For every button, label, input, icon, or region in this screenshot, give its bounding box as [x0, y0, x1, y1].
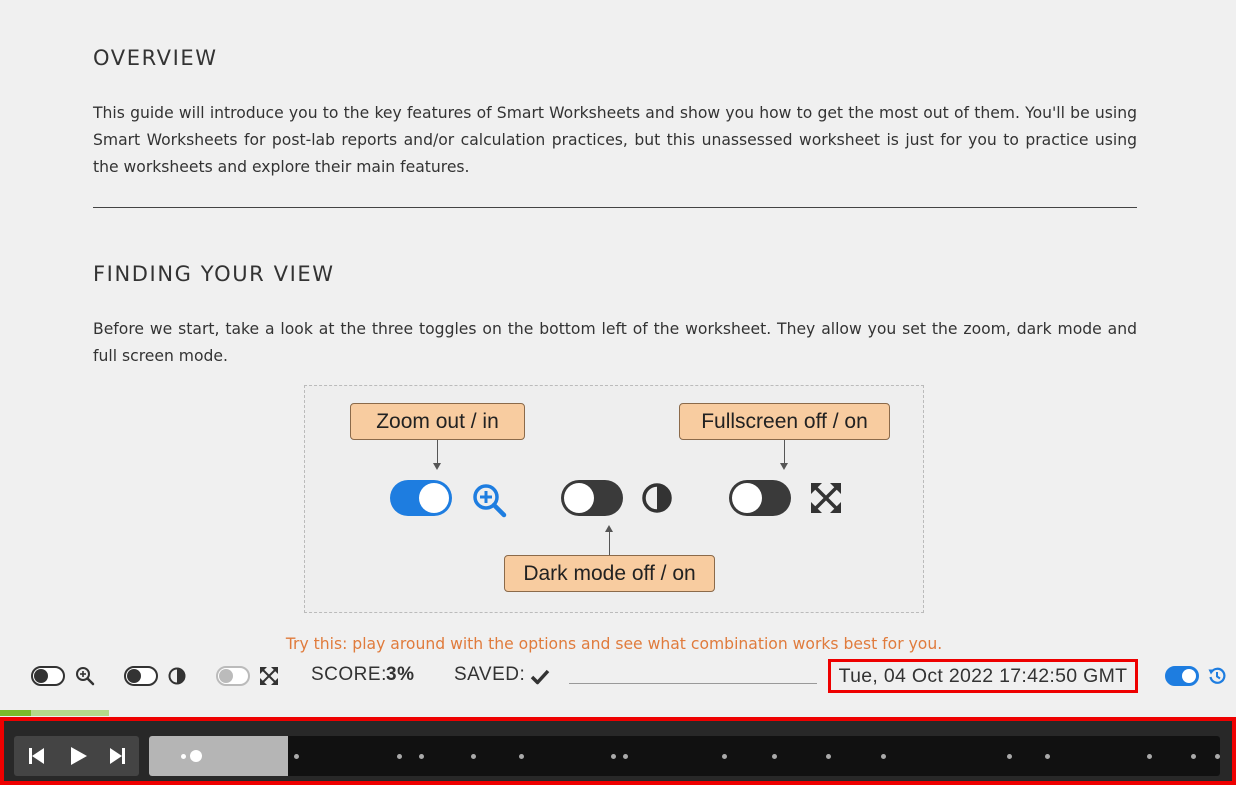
contrast-icon[interactable] — [167, 666, 187, 686]
timeline-marker[interactable] — [1147, 754, 1152, 759]
timeline-marker[interactable] — [1191, 754, 1196, 759]
checkmark-icon — [530, 669, 550, 685]
callout-zoom: Zoom out / in — [350, 403, 525, 440]
toggles-figure: Zoom out / in Fullscreen off / on Dark m… — [304, 385, 924, 613]
tip-text: Try this: play around with the options a… — [285, 635, 943, 653]
timeline-marker[interactable] — [181, 754, 186, 759]
timeline-marker[interactable] — [294, 754, 299, 759]
score-value: 3% — [386, 664, 415, 685]
contrast-icon — [642, 483, 672, 513]
arrow-head-zoom — [433, 463, 441, 470]
expand-icon — [811, 483, 841, 513]
arrow-head-fullscreen — [780, 463, 788, 470]
finding-view-heading: FINDING YOUR VIEW — [93, 262, 335, 286]
timeline-marker[interactable] — [471, 754, 476, 759]
expand-icon[interactable] — [259, 666, 279, 686]
history-icon[interactable] — [1207, 666, 1227, 686]
zoom-in-icon — [473, 484, 507, 518]
timeline-marker[interactable] — [397, 754, 402, 759]
play-icon[interactable] — [64, 742, 92, 770]
callout-fullscreen: Fullscreen off / on — [679, 403, 890, 440]
overview-paragraph: This guide will introduce you to the key… — [93, 104, 1137, 176]
arrow-zoom — [437, 440, 438, 464]
timeline-marker[interactable] — [623, 754, 628, 759]
timeline-marker[interactable] — [1007, 754, 1012, 759]
score-label: SCORE: — [311, 664, 387, 685]
toolbar-divider — [569, 683, 817, 684]
playback-bar — [0, 717, 1236, 785]
history-toggle[interactable] — [1165, 666, 1199, 686]
timeline-marker[interactable] — [772, 754, 777, 759]
skip-back-icon[interactable] — [22, 742, 50, 770]
zoom-in-icon[interactable] — [75, 666, 95, 686]
figure-dark-toggle — [561, 480, 623, 516]
skip-forward-icon[interactable] — [104, 742, 132, 770]
finding-view-paragraph: Before we start, take a look at the thre… — [93, 320, 1137, 365]
overview-heading: OVERVIEW — [93, 46, 218, 70]
section-divider — [93, 207, 1137, 208]
playback-controls — [14, 736, 139, 776]
figure-zoom-toggle — [390, 480, 452, 516]
timeline-played — [149, 736, 289, 776]
saved-label: SAVED: — [454, 664, 526, 685]
fullscreen-toggle[interactable] — [216, 666, 250, 686]
timeline-marker[interactable] — [881, 754, 886, 759]
timeline-marker[interactable] — [419, 754, 424, 759]
dark-mode-toggle[interactable] — [124, 666, 158, 686]
timeline-marker[interactable] — [519, 754, 524, 759]
timeline-marker[interactable] — [722, 754, 727, 759]
callout-dark-mode: Dark mode off / on — [504, 555, 715, 592]
timeline-marker[interactable] — [1215, 754, 1220, 759]
timeline-track[interactable] — [149, 736, 1220, 776]
timeline-marker[interactable] — [1045, 754, 1050, 759]
timeline-handle[interactable] — [190, 750, 202, 762]
figure-fullscreen-toggle — [729, 480, 791, 516]
progress-bar — [0, 710, 109, 716]
arrow-dark — [609, 531, 610, 555]
timeline-marker[interactable] — [611, 754, 616, 759]
datetime-display: Tue, 04 Oct 2022 17:42:50 GMT — [828, 659, 1138, 693]
progress-fill — [0, 710, 31, 716]
zoom-toggle[interactable] — [31, 666, 65, 686]
timeline-marker[interactable] — [826, 754, 831, 759]
arrow-fullscreen — [784, 440, 785, 464]
